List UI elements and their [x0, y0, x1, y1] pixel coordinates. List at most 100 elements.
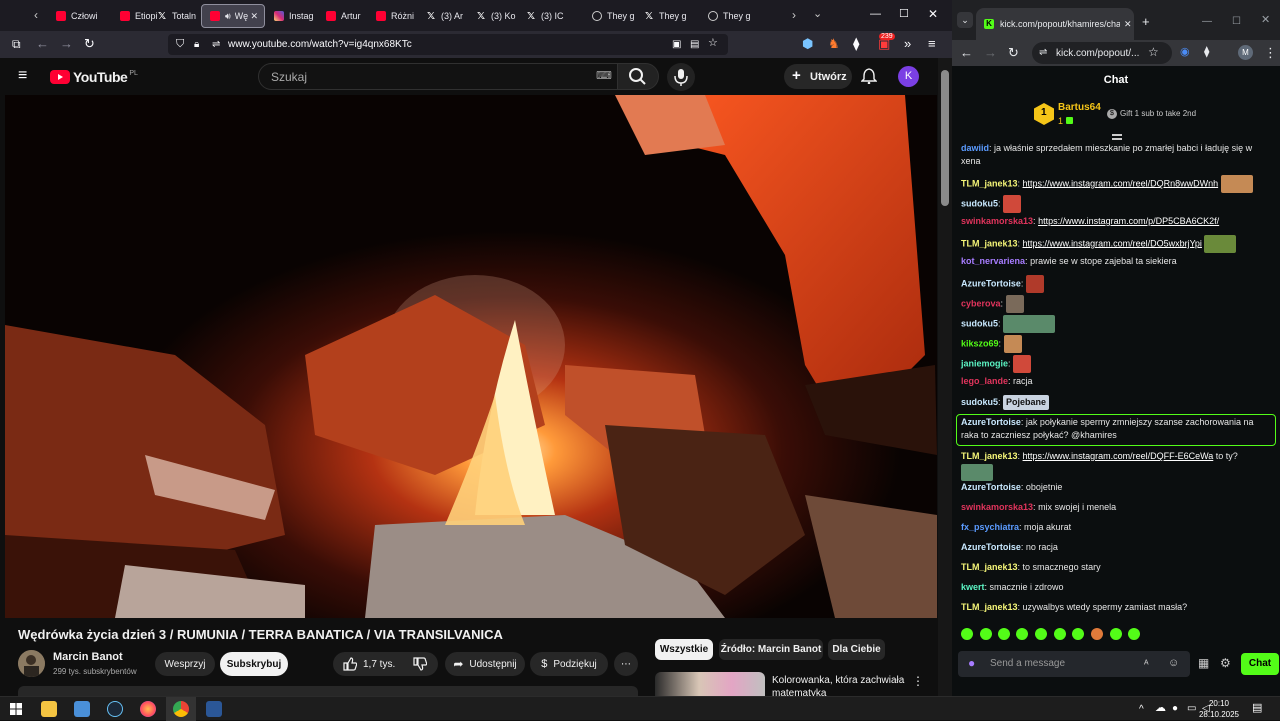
chrome-maximize-icon[interactable]: ☐: [1232, 15, 1241, 28]
chat-emote-icon[interactable]: [1013, 355, 1032, 373]
audio-playing-icon[interactable]: 🔊︎: [225, 11, 231, 22]
collapse-leaderboard-icon[interactable]: [1112, 134, 1122, 140]
onedrive-icon[interactable]: ☁: [1155, 702, 1166, 715]
file-explorer-icon[interactable]: [41, 701, 57, 717]
chrome-taskbar-icon[interactable]: [173, 701, 189, 717]
quick-emote-icon[interactable]: [1110, 628, 1122, 640]
chat-username[interactable]: kot_nervariena: [961, 256, 1025, 266]
chat-link[interactable]: https://www.instagram.com/reel/DQFF-E6Ce…: [1023, 451, 1214, 461]
leader-username[interactable]: Bartus64: [1058, 102, 1101, 113]
chat-username[interactable]: lego_lande: [961, 376, 1008, 386]
menu-hamburger-icon[interactable]: ≡: [928, 37, 936, 50]
microphone-tray-icon[interactable]: ●: [1172, 702, 1178, 715]
firefox-taskbar-icon[interactable]: [140, 701, 156, 717]
chat-username[interactable]: AzureTortoise: [961, 482, 1021, 492]
browser-tab[interactable]: They g: [700, 4, 764, 28]
chat-username[interactable]: AzureTortoise: [961, 542, 1021, 552]
chat-username[interactable]: swinkamorska13: [961, 502, 1033, 512]
chrome-close-icon[interactable]: ✕: [1261, 14, 1270, 27]
new-tab-icon[interactable]: +: [1142, 15, 1150, 28]
chat-username[interactable]: sudoku5: [961, 318, 998, 328]
back-icon[interactable]: ←: [36, 37, 49, 50]
tab-scroll-left-icon[interactable]: ‹: [34, 9, 38, 22]
chat-username[interactable]: AzureTortoise: [961, 417, 1021, 427]
chip-for-you[interactable]: Dla Ciebie: [828, 639, 885, 660]
guide-menu-icon[interactable]: ≡: [18, 68, 27, 84]
gift-cta-text[interactable]: Gift 1 sub to take 2nd: [1120, 109, 1196, 118]
chat-username[interactable]: kikszo69: [961, 338, 999, 348]
chat-link[interactable]: https://www.instagram.com/p/DP5CBA6CK2f/: [1038, 216, 1219, 226]
picture-in-picture-icon[interactable]: ▣: [672, 38, 681, 51]
chat-link[interactable]: https://www.instagram.com/reel/DQRn8wwDW…: [1023, 178, 1219, 188]
search-input[interactable]: Szukaj ⌨: [258, 63, 618, 90]
recommended-more-icon[interactable]: ⋮: [912, 674, 924, 688]
translate-icon[interactable]: ᴬ: [1144, 658, 1149, 671]
forward-icon[interactable]: →: [60, 37, 73, 50]
more-actions-button[interactable]: ⋯: [614, 652, 638, 676]
chat-emote-icon[interactable]: [1003, 315, 1056, 333]
emoji-picker-icon[interactable]: ☺: [1168, 657, 1179, 670]
chat-send-button[interactable]: Chat: [1241, 653, 1279, 675]
chat-emote-icon[interactable]: [961, 464, 993, 481]
chrome-extensions-icon[interactable]: ⧫: [1204, 46, 1209, 59]
chat-username[interactable]: sudoku5: [961, 198, 998, 208]
overflow-chevrons-icon[interactable]: »: [904, 37, 911, 50]
address-bar[interactable]: ⛉ 🔒︎ ⇌ www.youtube.com/watch?v=ig4qnx68K…: [168, 34, 728, 55]
sidebar-toggle-icon[interactable]: ⧉: [12, 38, 21, 51]
chip-source[interactable]: Źródło: Marcin Banot: [719, 639, 823, 660]
page-scrollbar-thumb[interactable]: [941, 70, 949, 206]
channel-avatar[interactable]: [18, 650, 45, 677]
chat-emote-icon[interactable]: [1005, 295, 1024, 313]
tray-overflow-icon[interactable]: ^: [1139, 703, 1144, 716]
chat-username[interactable]: TLM_janek13: [961, 602, 1018, 612]
steam-icon[interactable]: [107, 701, 123, 717]
quick-emote-icon[interactable]: [1016, 628, 1028, 640]
chat-message-input[interactable]: ● Send a message ᴬ ☺: [958, 651, 1190, 677]
browser-tab[interactable]: 𝕏 They g: [636, 4, 700, 28]
youtube-logo[interactable]: YouTube PL: [50, 69, 138, 85]
reader-view-icon[interactable]: ▤: [690, 38, 699, 51]
close-tab-icon[interactable]: ✕: [1124, 19, 1132, 30]
browser-tab[interactable]: 🔊︎ Wę ✕: [201, 4, 265, 28]
chat-username[interactable]: fx_psychiatra: [961, 522, 1019, 532]
chat-emote-icon[interactable]: [1003, 195, 1022, 213]
chrome-minimize-icon[interactable]: —: [1202, 15, 1212, 28]
tab-scroll-right-icon[interactable]: ›: [792, 9, 796, 22]
this-pc-icon[interactable]: [74, 701, 90, 717]
quick-emote-icon[interactable]: [961, 628, 973, 640]
browser-tab[interactable]: 𝕏 (3) IC: [518, 4, 582, 28]
chrome-tab-kick[interactable]: K kick.com/popout/khamires/chat ✕: [976, 8, 1134, 40]
chat-username[interactable]: dawiid: [961, 143, 989, 153]
chat-settings-gear-icon[interactable]: ⚙: [1220, 657, 1231, 670]
chrome-forward-icon[interactable]: →: [984, 46, 997, 59]
tab-list-chevron-icon[interactable]: ⌄: [813, 8, 822, 21]
browser-tab[interactable]: Człowi: [48, 4, 112, 28]
chat-username[interactable]: swinkamorska13: [961, 216, 1033, 226]
notifications-icon[interactable]: ▤: [1252, 702, 1262, 715]
chat-username[interactable]: TLM_janek13: [961, 451, 1018, 461]
quick-emote-icon[interactable]: [1128, 628, 1140, 640]
video-player[interactable]: [5, 95, 937, 618]
chrome-extension-icon[interactable]: ◉: [1180, 46, 1190, 59]
chat-emote-text[interactable]: Pojebane: [1003, 395, 1050, 410]
chat-emote-icon[interactable]: [1025, 275, 1044, 293]
chrome-profile-avatar[interactable]: M: [1238, 45, 1253, 60]
chat-link[interactable]: https://www.instagram.com/reel/DO5wxbrjY…: [1023, 238, 1202, 248]
close-window-icon[interactable]: ✕: [928, 8, 938, 21]
minimize-icon[interactable]: —: [870, 8, 881, 21]
reload-icon[interactable]: ↻: [84, 37, 95, 50]
maximize-icon[interactable]: ☐: [899, 8, 909, 21]
chat-emote-icon[interactable]: [1003, 335, 1022, 353]
quick-emote-icon[interactable]: [998, 628, 1010, 640]
chat-username[interactable]: AzureTortoise: [961, 278, 1021, 288]
quick-emote-icon[interactable]: [1072, 628, 1084, 640]
quick-emote-icon[interactable]: [1035, 628, 1047, 640]
shield-icon[interactable]: ⛉: [176, 38, 184, 51]
close-tab-icon[interactable]: ✕: [250, 11, 258, 22]
chat-gift-store-icon[interactable]: ▦: [1198, 657, 1209, 670]
chat-username[interactable]: kwert: [961, 582, 985, 592]
chat-username[interactable]: TLM_janek13: [961, 562, 1018, 572]
thanks-button[interactable]: $ Podziękuj: [530, 652, 608, 676]
bookmark-star-icon[interactable]: ☆: [708, 37, 718, 50]
chat-username[interactable]: sudoku5: [961, 397, 998, 407]
